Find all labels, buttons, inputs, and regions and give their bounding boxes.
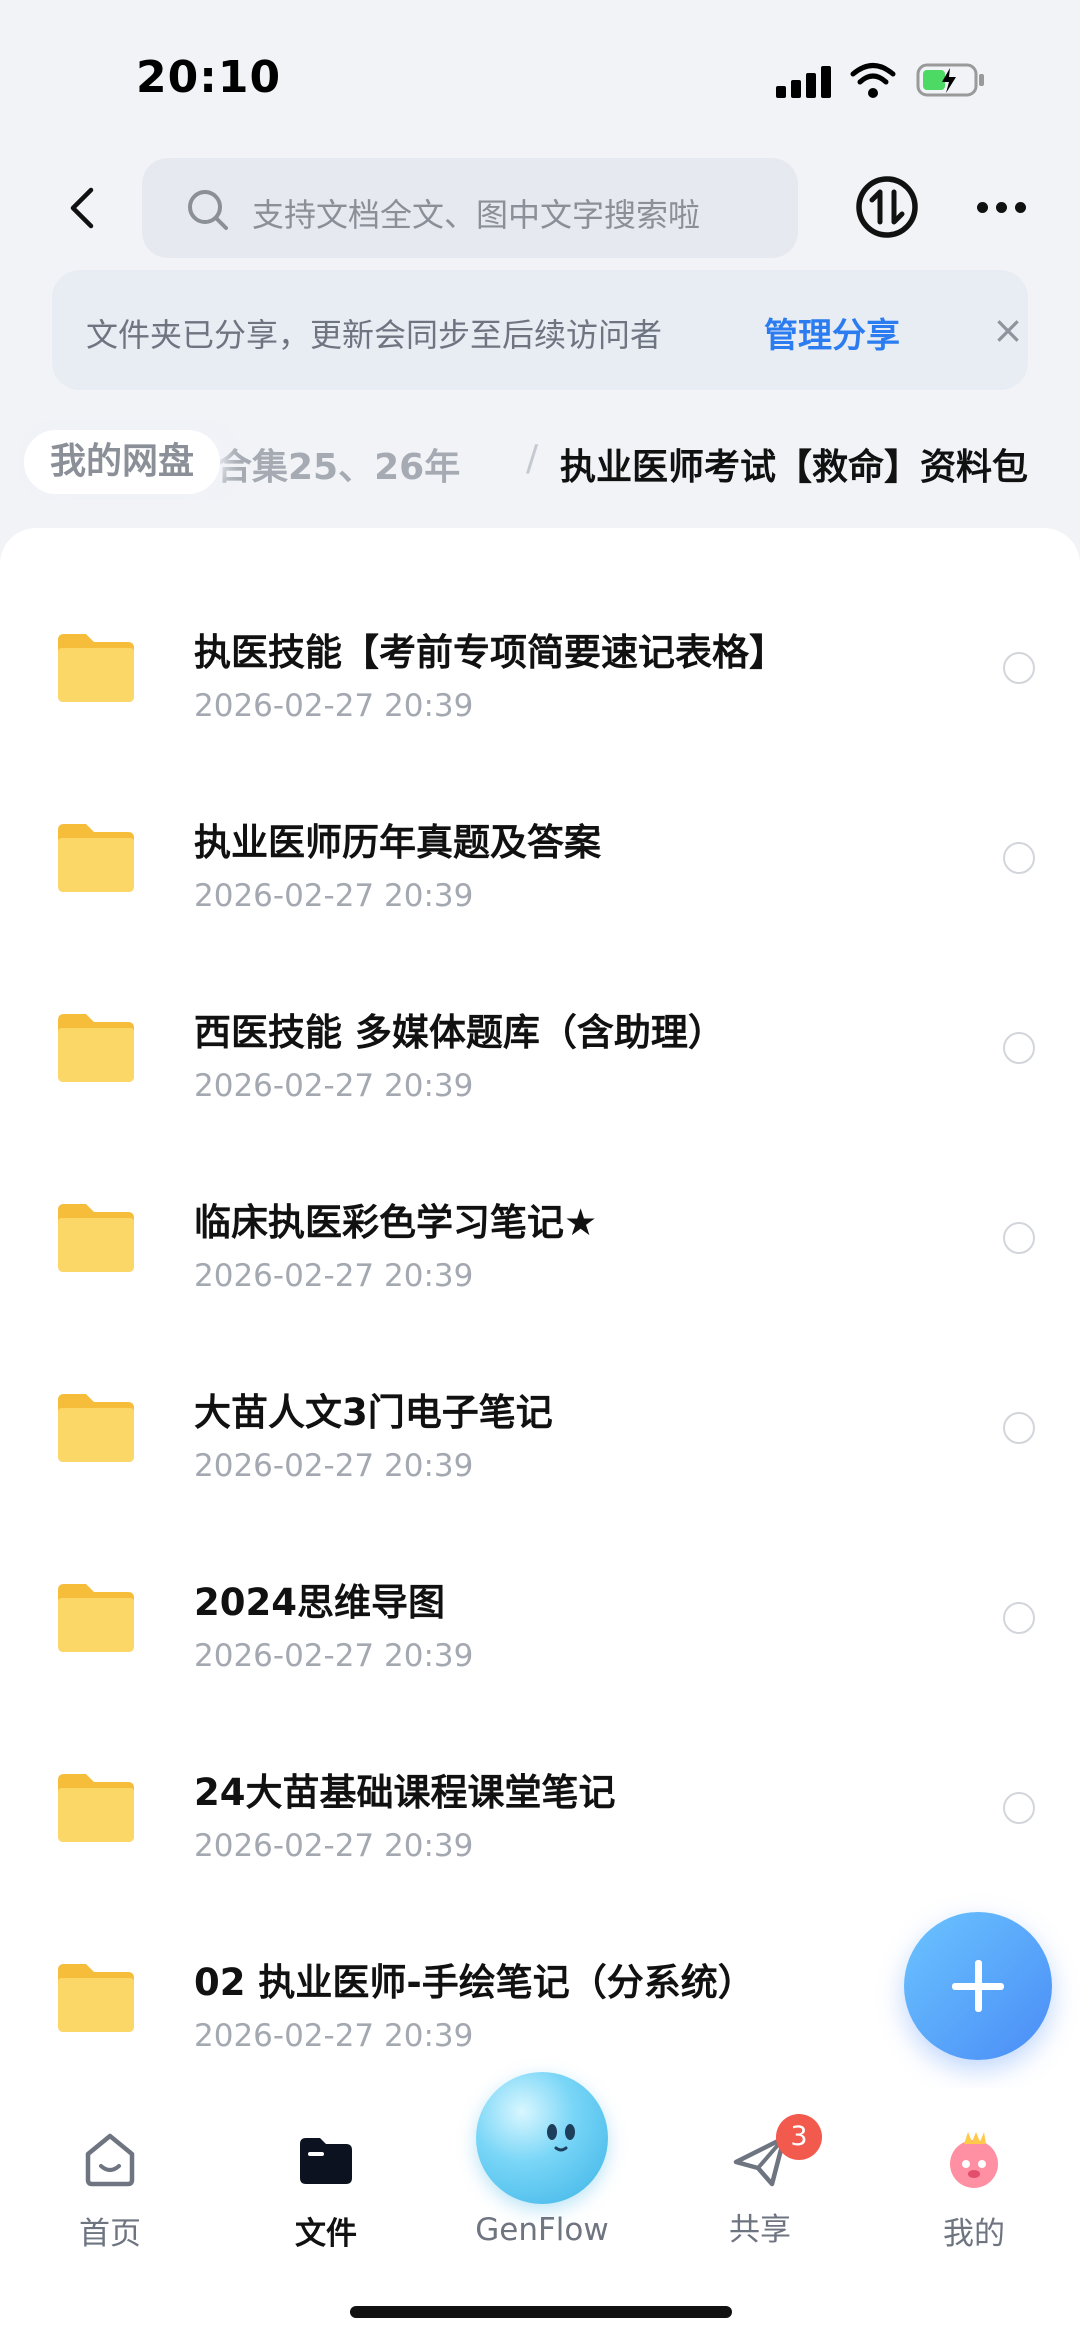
list-item[interactable]: 临床执医彩色学习笔记★ 2026-02-27 20:39 [0, 1140, 1080, 1330]
folder-date: 2026-02-27 20:39 [194, 688, 474, 724]
breadcrumb: 师合集25、26年 我的网盘 / 执业医师考试【救命】资料包 [0, 420, 1080, 500]
folder-name: 西医技能 多媒体题库（含助理） [194, 1011, 725, 1054]
genflow-face-icon [547, 2124, 575, 2152]
folder-icon [58, 1584, 134, 1652]
folder-date: 2026-02-27 20:39 [194, 1638, 474, 1674]
wifi-icon [850, 63, 896, 98]
folder-name: 执医技能【考前专项简要速记表格】 [194, 631, 786, 674]
tab-me[interactable]: 我的 [894, 2128, 1054, 2253]
tab-genflow-label[interactable]: GenFlow [440, 2212, 644, 2248]
breadcrumb-separator: / [526, 438, 539, 479]
folder-name: 24大苗基础课程课堂笔记 [194, 1771, 616, 1814]
search-input[interactable]: 支持文档全文、图中文字搜索啦 [142, 158, 798, 258]
tab-files[interactable]: 文件 [246, 2128, 406, 2253]
status-time: 20:10 [136, 52, 282, 103]
folder-icon [58, 824, 134, 892]
home-icon [85, 2133, 135, 2187]
select-checkbox[interactable] [1003, 652, 1035, 684]
folder-name: 执业医师历年真题及答案 [194, 821, 601, 864]
folder-icon [58, 1964, 134, 2032]
tab-share-label: 共享 [729, 2212, 791, 2248]
folder-name: 02 执业医师-手绘笔记（分系统） [194, 1961, 755, 2004]
share-tab-icon-wrap: 3 [728, 2114, 822, 2192]
back-button[interactable] [54, 180, 110, 236]
list-item[interactable]: 执业医师历年真题及答案 2026-02-27 20:39 [0, 760, 1080, 950]
cellular-signal-icon [776, 66, 832, 98]
tab-files-label: 文件 [295, 2216, 357, 2252]
list-item[interactable]: 执医技能【考前专项简要速记表格】 2026-02-27 20:39 [0, 570, 1080, 760]
genflow-mascot-icon[interactable] [476, 2072, 608, 2204]
select-checkbox[interactable] [1003, 842, 1035, 874]
home-indicator [350, 2306, 732, 2318]
chevron-left-icon [70, 187, 94, 229]
folder-icon [58, 1394, 134, 1462]
top-bar: 支持文档全文、图中文字搜索啦 [0, 150, 1080, 266]
tab-me-label: 我的 [943, 2216, 1005, 2252]
folder-date: 2026-02-27 20:39 [194, 1068, 474, 1104]
tab-home[interactable]: 首页 [30, 2128, 190, 2253]
select-checkbox[interactable] [1003, 1032, 1035, 1064]
manage-share-link[interactable]: 管理分享 [764, 308, 900, 357]
select-checkbox[interactable] [1003, 1792, 1035, 1824]
tab-home-label: 首页 [79, 2216, 141, 2252]
folder-date: 2026-02-27 20:39 [194, 878, 474, 914]
list-item[interactable]: 2024思维导图 2026-02-27 20:39 [0, 1520, 1080, 1710]
folder-icon [58, 634, 134, 702]
tab-share[interactable]: 3 共享 [680, 2114, 840, 2249]
breadcrumb-root[interactable]: 我的网盘 [24, 430, 221, 494]
list-item[interactable]: 24大苗基础课程课堂笔记 2026-02-27 20:39 [0, 1710, 1080, 1900]
folder-icon [58, 1014, 134, 1082]
transfer-icon[interactable] [852, 172, 922, 242]
select-checkbox[interactable] [1003, 1222, 1035, 1254]
select-checkbox[interactable] [1003, 1412, 1035, 1444]
more-options-icon[interactable] [966, 172, 1036, 242]
status-bar: 20:10 [0, 0, 1080, 140]
list-item[interactable]: 大苗人文3门电子笔记 2026-02-27 20:39 [0, 1330, 1080, 1520]
share-banner-text: 文件夹已分享，更新会同步至后续访问者 [86, 316, 663, 354]
close-icon[interactable]: × [988, 300, 1028, 360]
breadcrumb-current: 执业医师考试【救命】资料包 [560, 447, 1029, 488]
list-item[interactable]: 西医技能 多媒体题库（含助理） 2026-02-27 20:39 [0, 950, 1080, 1140]
folder-icon [58, 1204, 134, 1272]
notification-badge: 3 [776, 2114, 822, 2160]
folder-date: 2026-02-27 20:39 [194, 1258, 474, 1294]
avatar [950, 2132, 998, 2188]
select-checkbox[interactable] [1003, 1602, 1035, 1634]
folder-date: 2026-02-27 20:39 [194, 1448, 474, 1484]
file-list: 执医技能【考前专项简要速记表格】 2026-02-27 20:39 执业医师历年… [0, 528, 1080, 2088]
search-placeholder: 支持文档全文、图中文字搜索啦 [252, 196, 701, 234]
folder-name: 临床执医彩色学习笔记★ [194, 1201, 598, 1244]
folder-name: 大苗人文3门电子笔记 [194, 1391, 553, 1434]
share-banner: 文件夹已分享，更新会同步至后续访问者 管理分享 × [52, 270, 1028, 390]
battery-icon [916, 63, 984, 97]
breadcrumb-parent[interactable]: 师合集25、26年 [180, 438, 460, 490]
folder-icon [58, 1774, 134, 1842]
folder-date: 2026-02-27 20:39 [194, 2018, 474, 2054]
add-button[interactable] [904, 1912, 1052, 2060]
folder-icon [300, 2138, 352, 2184]
folder-date: 2026-02-27 20:39 [194, 1828, 474, 1864]
folder-name: 2024思维导图 [194, 1581, 445, 1624]
search-icon [188, 190, 228, 230]
